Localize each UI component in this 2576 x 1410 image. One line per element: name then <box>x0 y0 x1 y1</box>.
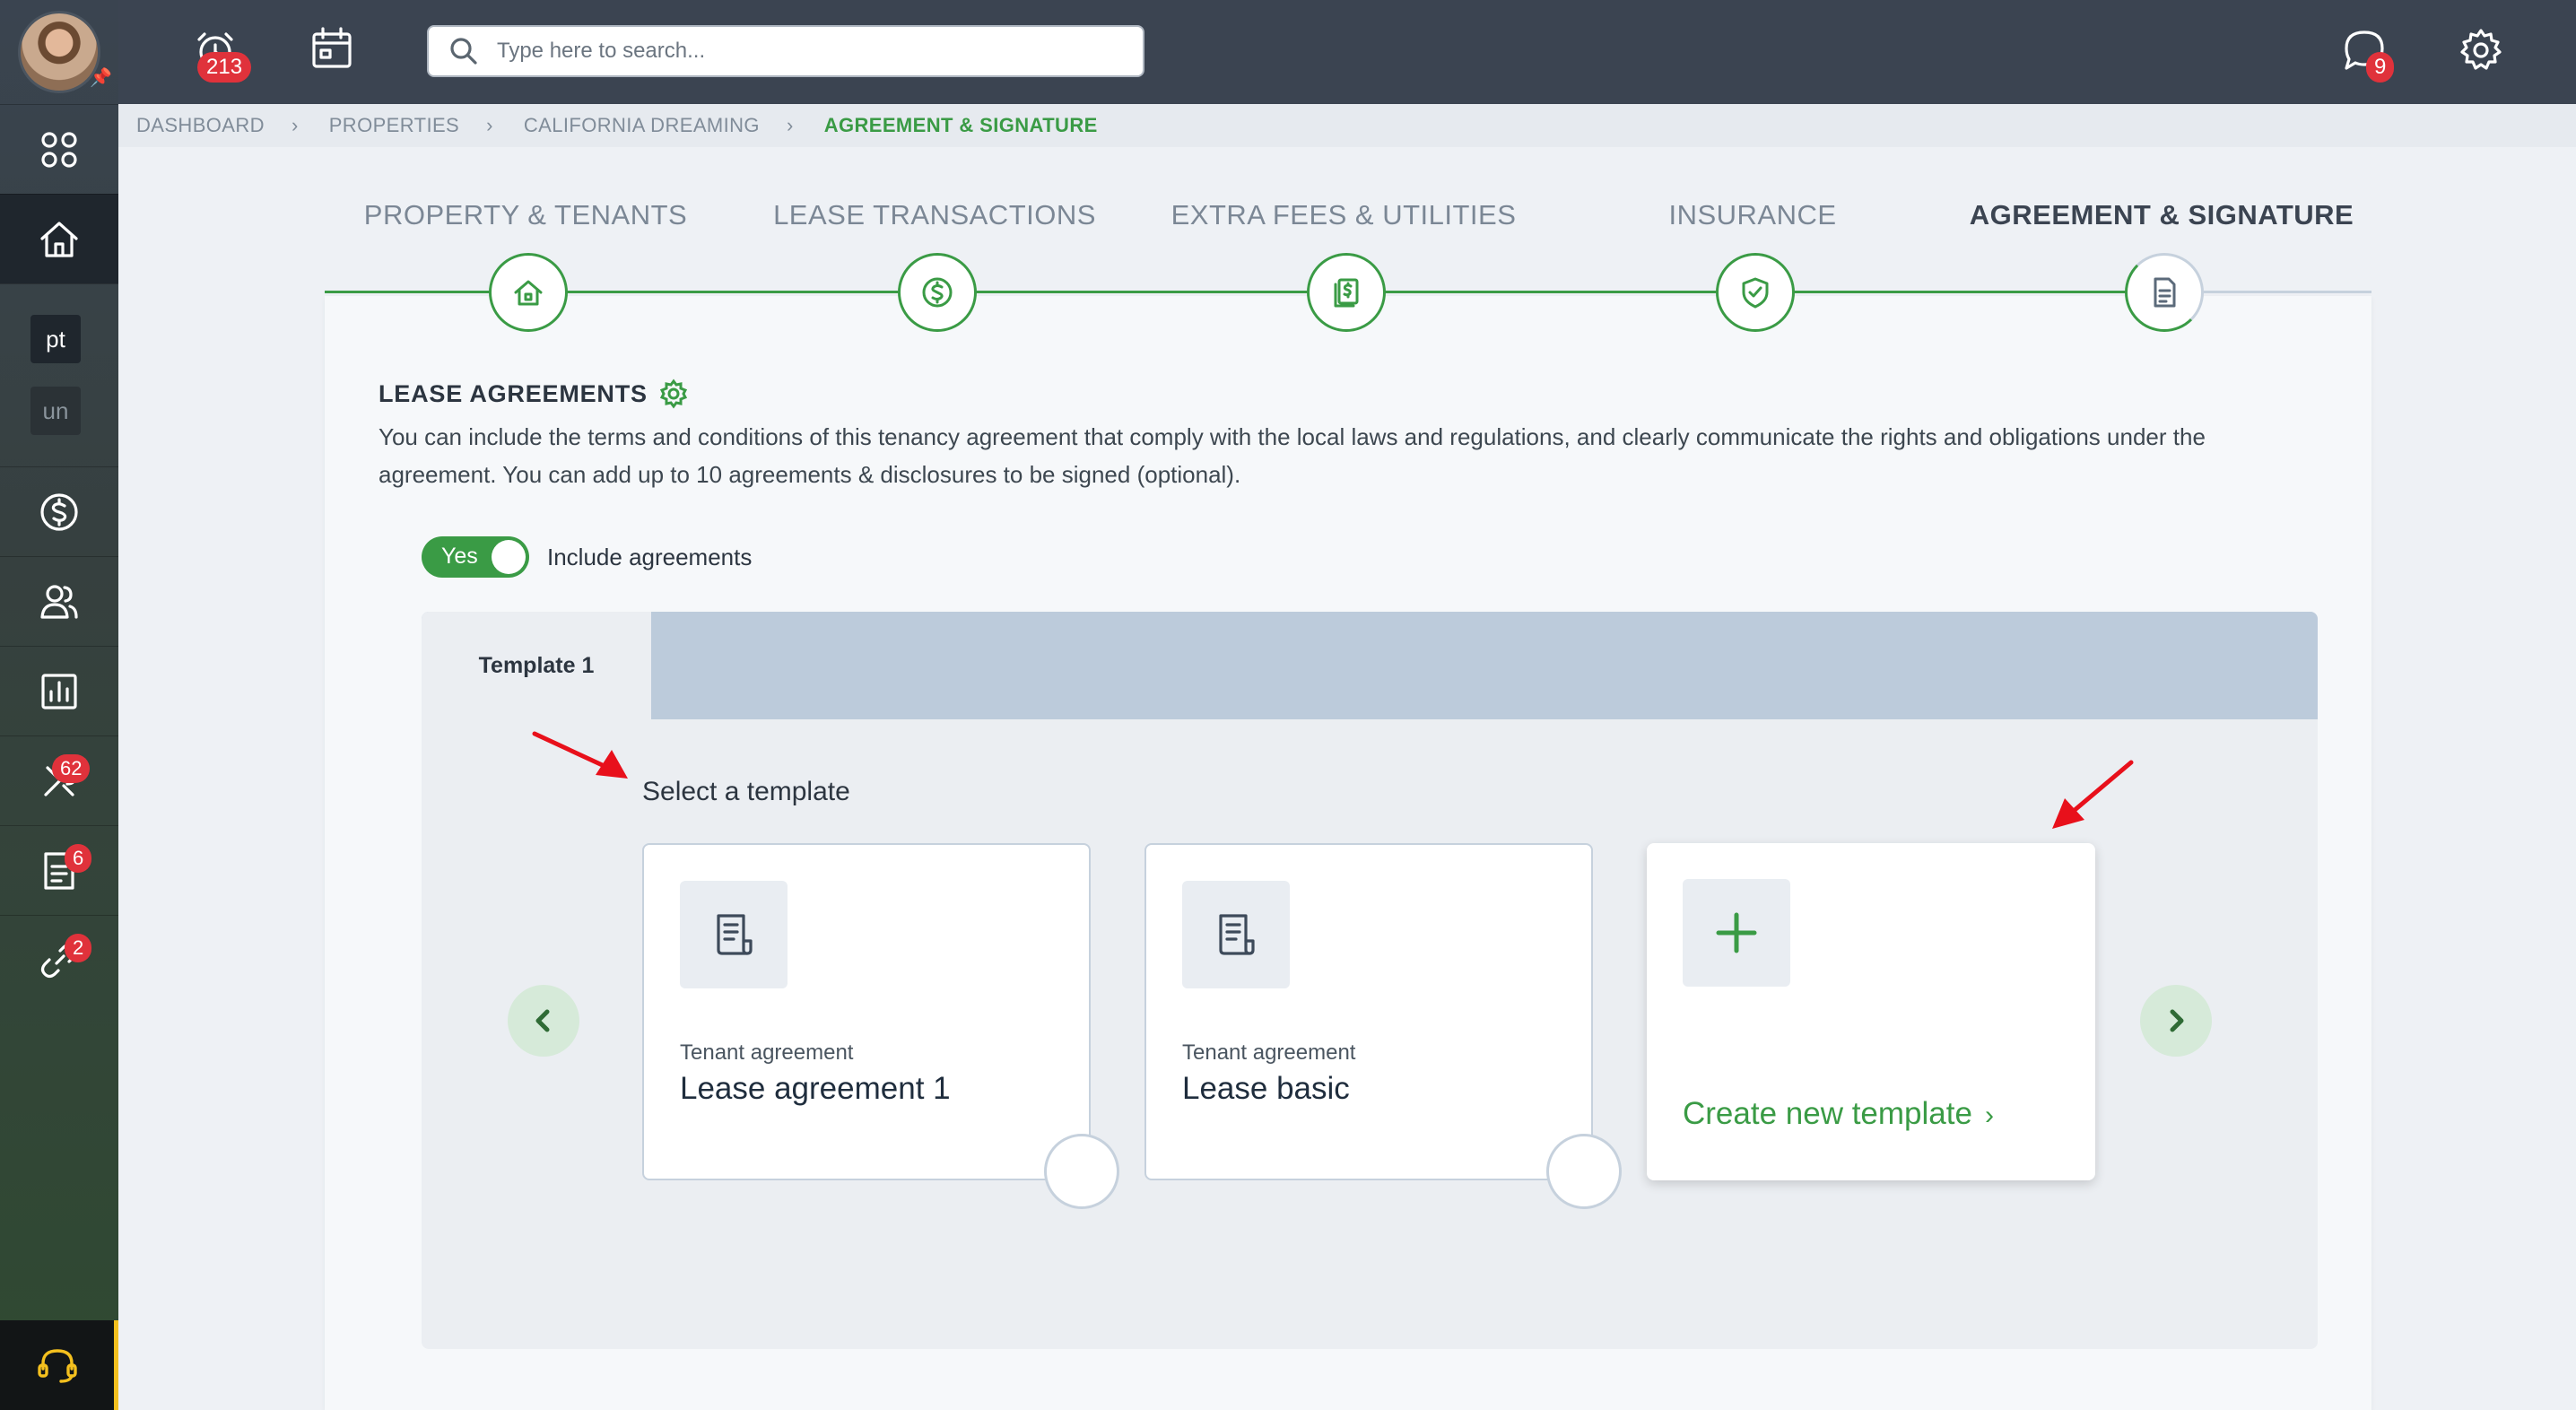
annotation-arrow-icon <box>532 731 628 779</box>
gear-icon[interactable] <box>658 379 689 409</box>
template-radio[interactable] <box>1044 1134 1119 1209</box>
include-agreements-toggle[interactable]: Yes <box>422 536 529 578</box>
sidebar-item-reports[interactable] <box>0 646 118 735</box>
breadcrumb: DASHBOARD › PROPERTIES › CALIFORNIA DREA… <box>118 104 2576 147</box>
search-input[interactable] <box>497 39 1125 64</box>
sidebar-item-maintenance[interactable]: 62 <box>0 735 118 825</box>
create-template-link[interactable]: Create new template › <box>1683 1096 1994 1132</box>
template-radio[interactable] <box>1546 1134 1622 1209</box>
chevron-right-icon: › <box>486 114 493 136</box>
section-description: You can include the terms and conditions… <box>379 423 2206 488</box>
template-icon-box <box>1683 879 1790 987</box>
create-template-card[interactable]: Create new template › <box>1647 843 2095 1180</box>
sidebar-tag-un[interactable]: un <box>30 387 81 435</box>
template-tabs-bar <box>422 612 2318 719</box>
breadcrumb-dashboard[interactable]: DASHBOARD <box>136 114 265 137</box>
support-button[interactable] <box>0 1320 118 1410</box>
template-icon-box <box>680 881 788 988</box>
chevron-right-icon <box>2170 1009 2184 1032</box>
step-insurance[interactable] <box>1716 253 1795 332</box>
maintenance-badge: 62 <box>52 754 91 783</box>
chevron-right-icon: › <box>1984 1101 1994 1130</box>
topbar: 213 9 <box>118 0 2576 104</box>
template-icon-box <box>1182 881 1290 988</box>
carousel-prev-button[interactable] <box>508 985 579 1057</box>
chevron-left-icon <box>535 1009 550 1032</box>
sidebar-group-tags: pt un <box>0 283 118 466</box>
contract-icon <box>717 914 753 955</box>
annotation-arrow-icon <box>2052 760 2134 829</box>
sidebar-item-documents[interactable]: 6 <box>0 825 118 915</box>
template-name: Lease basic <box>1182 1071 1350 1106</box>
fees-icon <box>1334 278 1359 308</box>
calendar-icon <box>312 27 352 68</box>
contract-icon <box>1219 914 1255 955</box>
toggle-label: Include agreements <box>547 544 753 570</box>
lease-agreements-title: LEASE AGREEMENTS <box>379 379 648 407</box>
template-card-lease-basic[interactable]: Tenant agreement Lease basic <box>1144 843 1622 1209</box>
sidebar-item-apps[interactable] <box>0 104 118 194</box>
chevron-right-icon: › <box>786 114 794 136</box>
breadcrumb-property[interactable]: CALIFORNIA DREAMING <box>524 114 760 137</box>
template-kind: Tenant agreement <box>1182 1040 1356 1065</box>
section-title: LEASE AGREEMENTS <box>379 379 689 409</box>
chart-icon <box>41 673 77 709</box>
home-icon <box>514 280 543 306</box>
messages-badge: 9 <box>2366 52 2395 83</box>
step-label-extra-fees[interactable]: EXTRA FEES & UTILITIES <box>1171 199 1517 231</box>
dollar-icon <box>40 492 78 531</box>
toggle-knob <box>492 540 526 574</box>
grid-icon <box>41 131 77 168</box>
headset-icon <box>37 1349 77 1383</box>
calendar-button[interactable] <box>305 22 359 75</box>
step-lease-transactions[interactable] <box>898 253 977 332</box>
home-icon <box>40 221 78 257</box>
search-box[interactable] <box>427 25 1144 77</box>
avatar[interactable] <box>18 11 100 93</box>
links-badge: 2 <box>65 934 92 962</box>
step-agreement-signature[interactable] <box>2125 253 2204 332</box>
step-extra-fees[interactable] <box>1307 253 1386 332</box>
plus-icon <box>1716 912 1757 953</box>
sidebar-tag-pt[interactable]: pt <box>30 315 81 363</box>
sidebar-item-people[interactable] <box>0 556 118 646</box>
select-template-label: Select a template <box>642 777 850 806</box>
documents-badge: 6 <box>65 844 92 873</box>
toggle-value: Yes <box>441 544 478 569</box>
document-icon <box>2154 277 2176 308</box>
sidebar-item-links[interactable]: 2 <box>0 915 118 1005</box>
dollar-icon <box>922 277 953 308</box>
step-label-lease-transactions[interactable]: LEASE TRANSACTIONS <box>773 199 1096 231</box>
pin-icon: 📌 <box>90 68 112 88</box>
shield-icon <box>1742 277 1769 309</box>
breadcrumb-current: AGREEMENT & SIGNATURE <box>823 114 1098 136</box>
template-card-lease-agreement-1[interactable]: Tenant agreement Lease agreement 1 <box>642 843 1119 1209</box>
chevron-right-icon: › <box>291 114 299 136</box>
sidebar-item-properties[interactable] <box>0 194 118 283</box>
template-name: Lease agreement 1 <box>680 1071 951 1106</box>
step-property-tenants[interactable] <box>489 253 568 332</box>
step-label-property-tenants[interactable]: PROPERTY & TENANTS <box>364 199 687 231</box>
tab-template-1[interactable]: Template 1 <box>422 612 651 719</box>
breadcrumb-properties[interactable]: PROPERTIES <box>329 114 459 137</box>
step-label-agreement[interactable]: AGREEMENT & SIGNATURE <box>1970 199 2354 231</box>
carousel-next-button[interactable] <box>2140 985 2212 1057</box>
create-template-label: Create new template <box>1683 1096 1972 1131</box>
notifications-badge: 213 <box>197 52 252 83</box>
sidebar-item-finance[interactable] <box>0 466 118 556</box>
step-progress-line <box>325 291 2162 293</box>
settings-button[interactable] <box>2454 23 2508 77</box>
search-icon <box>450 38 477 65</box>
sidebar: 📌 pt un 62 6 2 <box>0 0 118 1410</box>
stepper: PROPERTY & TENANTS LEASE TRANSACTIONS EX… <box>325 151 2371 343</box>
users-icon <box>40 584 78 619</box>
step-label-insurance[interactable]: INSURANCE <box>1668 199 1836 231</box>
gear-icon <box>2460 29 2502 70</box>
template-kind: Tenant agreement <box>680 1040 854 1065</box>
